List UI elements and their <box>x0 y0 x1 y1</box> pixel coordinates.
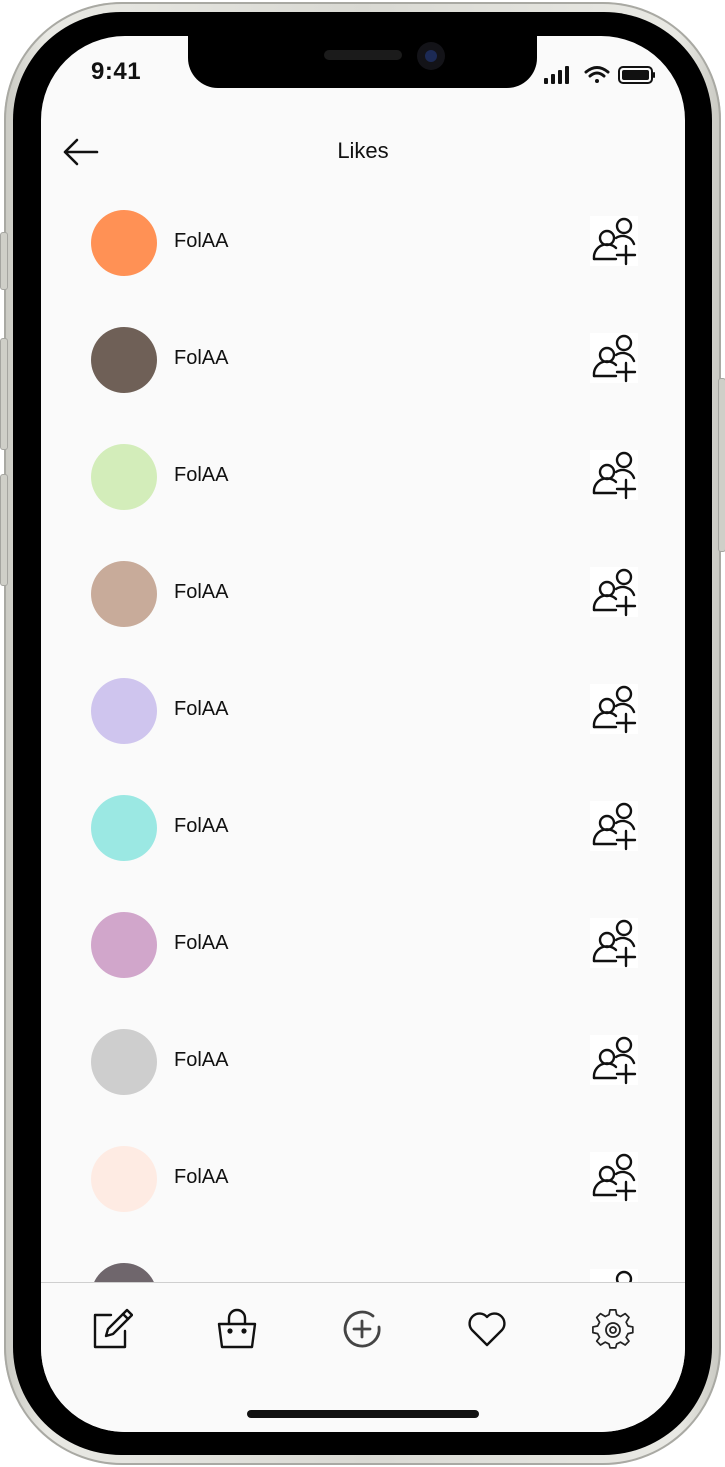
like-row[interactable]: FolAA <box>41 327 685 444</box>
add-friend-icon <box>592 568 637 617</box>
add-friend-icon <box>615 1270 633 1282</box>
tab-shop[interactable] <box>215 1307 259 1351</box>
add-friend-icon <box>592 919 637 968</box>
avatar[interactable] <box>91 210 157 276</box>
like-row[interactable]: FolAA <box>41 210 685 327</box>
wifi-icon <box>584 66 610 83</box>
avatar[interactable] <box>91 1263 157 1282</box>
avatar[interactable] <box>91 1146 157 1212</box>
front-camera <box>417 42 445 70</box>
username[interactable]: FolAA <box>174 581 228 604</box>
like-row[interactable]: FolAA <box>41 561 685 678</box>
notch <box>188 36 537 88</box>
edit-icon <box>93 1308 134 1349</box>
follow-button[interactable] <box>590 918 638 968</box>
follow-button[interactable] <box>590 1269 638 1282</box>
avatar[interactable] <box>91 678 157 744</box>
avatar[interactable] <box>91 912 157 978</box>
like-row[interactable] <box>41 1263 685 1282</box>
username[interactable]: FolAA <box>174 230 228 253</box>
avatar[interactable] <box>91 327 157 393</box>
volume-up-button <box>0 338 8 450</box>
tab-create[interactable] <box>340 1307 384 1351</box>
tab-settings[interactable] <box>591 1307 635 1351</box>
add-circle-icon <box>343 1310 381 1348</box>
username[interactable]: FolAA <box>174 932 228 955</box>
like-row[interactable]: FolAA <box>41 912 685 1029</box>
username[interactable]: FolAA <box>174 815 228 838</box>
follow-button[interactable] <box>590 333 638 383</box>
follow-button[interactable] <box>590 1152 638 1202</box>
likes-list[interactable]: FolAA FolAA FolAA FolAA FolAA FolAA FolAA FolAA… <box>41 36 685 1282</box>
earpiece-speaker <box>324 50 402 60</box>
add-friend-icon <box>592 685 637 734</box>
home-indicator <box>247 1410 479 1418</box>
follow-button[interactable] <box>590 450 638 500</box>
shopping-basket-icon <box>217 1308 257 1349</box>
follow-button[interactable] <box>590 567 638 617</box>
status-icons <box>544 64 656 91</box>
follow-button[interactable] <box>590 684 638 734</box>
battery-icon <box>618 66 655 84</box>
like-row[interactable]: FolAA <box>41 678 685 795</box>
page-title: Likes <box>337 138 389 163</box>
mute-switch <box>0 232 8 290</box>
follow-button[interactable] <box>590 1035 638 1085</box>
heart-icon <box>468 1312 506 1347</box>
volume-down-button <box>0 474 8 586</box>
username[interactable]: FolAA <box>174 1166 228 1189</box>
follow-button[interactable] <box>590 216 638 266</box>
screen: FolAA FolAA FolAA FolAA FolAA FolAA FolAA FolAA… <box>41 36 685 1432</box>
avatar[interactable] <box>91 1029 157 1095</box>
username[interactable]: FolAA <box>174 347 228 370</box>
status-time: 9:41 <box>91 58 142 85</box>
add-friend-icon <box>592 1153 637 1202</box>
settings-gear-icon <box>592 1308 634 1349</box>
like-row[interactable]: FolAA <box>41 1029 685 1146</box>
add-friend-icon <box>592 802 637 851</box>
username[interactable]: FolAA <box>174 698 228 721</box>
like-row[interactable]: FolAA <box>41 1146 685 1263</box>
add-friend-icon <box>592 1036 637 1085</box>
power-button <box>718 378 725 552</box>
like-row[interactable]: FolAA <box>41 444 685 561</box>
add-friend-icon <box>592 217 637 266</box>
avatar[interactable] <box>91 444 157 510</box>
avatar[interactable] <box>91 561 157 627</box>
username[interactable]: FolAA <box>174 1049 228 1072</box>
tab-edit[interactable] <box>89 1307 134 1351</box>
add-friend-icon <box>592 334 637 383</box>
avatar[interactable] <box>91 795 157 861</box>
follow-button[interactable] <box>590 801 638 851</box>
username[interactable]: FolAA <box>174 464 228 487</box>
add-friend-icon <box>592 451 637 500</box>
cellular-signal-icon <box>544 66 569 84</box>
tab-likes[interactable] <box>465 1307 509 1351</box>
like-row[interactable]: FolAA <box>41 795 685 912</box>
